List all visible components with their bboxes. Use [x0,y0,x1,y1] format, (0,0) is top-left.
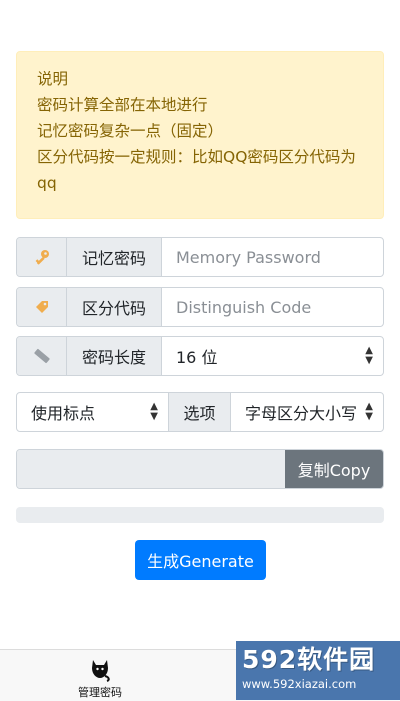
case-option-value: 字母区分大小写 [245,404,358,423]
memory-password-input[interactable]: Memory Password [162,238,383,276]
password-length-group: 密码长度 16 位 ▲ ▼ [16,336,384,376]
updown-caret-icon: ▲ ▼ [365,401,373,422]
notice-alert: 说明 密码计算全部在本地进行 记忆密码复杂一点（固定） 区分代码按一定规则：比如… [16,51,384,219]
tag-icon [17,288,67,326]
result-group: 复制Copy [16,449,384,489]
cat-icon [92,660,110,682]
updown-caret-icon: ▲ ▼ [365,345,373,366]
case-option-select[interactable]: 字母区分大小写 ▲ ▼ [231,393,383,431]
copy-button[interactable]: 复制Copy [285,450,383,488]
strength-progress-bar [16,507,384,523]
generate-button[interactable]: 生成Generate [135,540,266,580]
options-label: 选项 [169,393,231,431]
password-length-label: 密码长度 [67,337,162,375]
distinguish-code-label: 区分代码 [67,288,162,326]
result-field[interactable] [17,450,285,488]
ruler-icon [17,337,67,375]
options-group: 使用标点 ▲ ▼ 选项 字母区分大小写 ▲ ▼ [16,392,384,432]
distinguish-code-group: 区分代码 Distinguish Code [16,287,384,327]
notice-line: 区分代码按一定规则：比如QQ密码区分代码为qq [37,148,356,192]
memory-password-label: 记忆密码 [67,238,162,276]
punctuation-value: 使用标点 [31,404,96,423]
password-length-select[interactable]: 16 位 ▲ ▼ [162,337,383,375]
updown-caret-icon: ▲ ▼ [150,401,158,422]
tab-manage-label: 管理密码 [78,686,122,699]
watermark-url: www.592xiazai.com [242,677,357,691]
notice-line: 密码计算全部在本地进行 [37,96,208,114]
punctuation-select[interactable]: 使用标点 ▲ ▼ [17,393,169,431]
tab-manage-passwords[interactable]: 管理密码 [56,650,144,701]
notice-line: 记忆密码复杂一点（固定） [37,122,224,140]
watermark-brand: 592软件园 [242,645,376,674]
password-length-value: 16 位 [176,348,218,367]
notice-title: 说明 [37,70,69,88]
distinguish-code-input[interactable]: Distinguish Code [162,288,383,326]
watermark-logo: 592软件园 www.592xiazai.com [236,641,400,700]
memory-password-group: 记忆密码 Memory Password [16,237,384,277]
key-icon [17,238,67,276]
